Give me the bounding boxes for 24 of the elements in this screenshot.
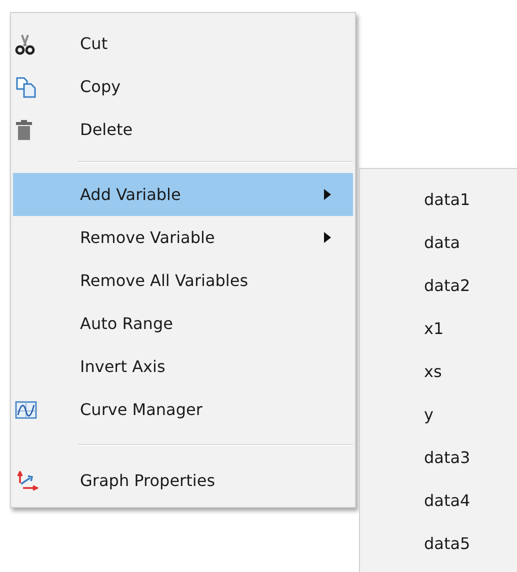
scissors-icon	[15, 32, 35, 54]
menu-item[interactable]: Graph Properties	[13, 459, 353, 502]
menu-item[interactable]: Add Variable	[13, 173, 353, 216]
menu-item[interactable]: Invert Axis	[13, 345, 353, 388]
submenu-item[interactable]: data5	[360, 522, 517, 565]
menu-item[interactable]: Cut	[13, 22, 353, 65]
submenu-item[interactable]: x1	[360, 307, 517, 350]
submenu-item[interactable]: data4	[360, 479, 517, 522]
submenu-item[interactable]: xs	[360, 350, 517, 393]
menu-item[interactable]: Copy	[13, 65, 353, 108]
menu-item[interactable]: Auto Range	[13, 302, 353, 345]
submenu-item[interactable]: data2	[360, 264, 517, 307]
menu-item[interactable]: Remove Variable	[13, 216, 353, 259]
submenu-item[interactable]: y	[360, 393, 517, 436]
menu-item[interactable]: Curve Manager	[13, 388, 353, 431]
submenu-item[interactable]: data1	[360, 178, 517, 221]
menu-item[interactable]: Remove All Variables	[13, 259, 353, 302]
submenu-item[interactable]: data	[360, 221, 517, 264]
menu-item[interactable]: Delete	[13, 108, 353, 151]
submenu-item[interactable]: data3	[360, 436, 517, 479]
curve-chart-icon	[15, 400, 37, 418]
axes-icon	[15, 470, 39, 490]
trash-icon	[15, 118, 33, 140]
copy-icon	[15, 76, 37, 98]
